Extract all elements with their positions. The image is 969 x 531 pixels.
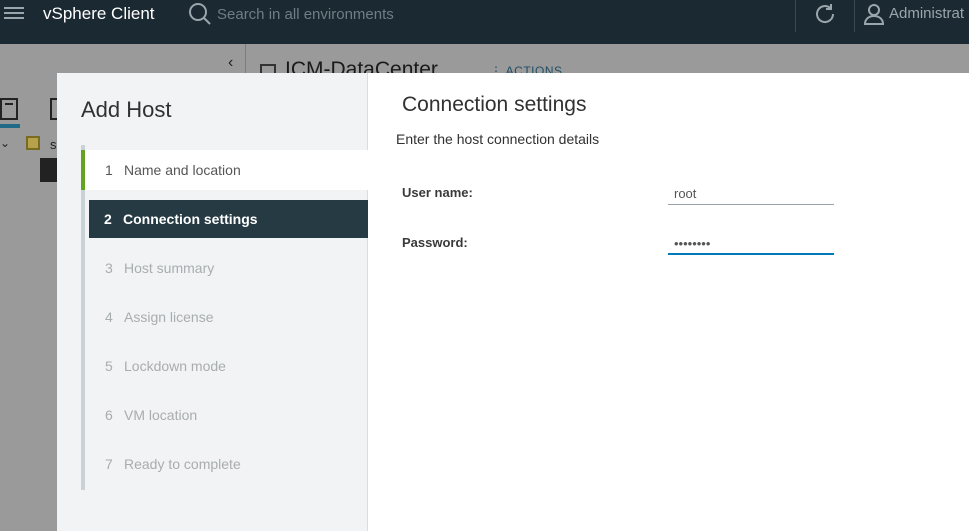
step-ready-to-complete: 7 Ready to complete [105, 456, 241, 472]
header-divider [854, 0, 855, 32]
add-host-wizard: Add Host 1 Name and location 2 Connection … [57, 73, 969, 531]
content-description: Enter the host connection details [396, 131, 600, 147]
refresh-icon[interactable] [813, 2, 837, 26]
wizard-title: Add Host [81, 97, 172, 122]
menu-icon[interactable] [4, 4, 24, 24]
password-label: Password: [402, 235, 468, 250]
top-header: vSphere Client Administrat [0, 0, 969, 44]
step-assign-license: 4 Assign license [105, 309, 214, 325]
step-connection-settings[interactable]: 2 Connection settings [89, 200, 368, 238]
user-label: Administrat [889, 5, 965, 22]
search-icon [189, 3, 211, 25]
active-tab-indicator [0, 124, 20, 128]
navigator-tabs [0, 90, 64, 128]
username-field[interactable] [668, 183, 834, 205]
step-name-and-location[interactable]: 1 Name and location [81, 150, 368, 190]
collapse-icon[interactable]: ‹ [228, 54, 233, 72]
user-icon [863, 4, 885, 25]
app-brand[interactable]: vSphere Client [43, 4, 155, 24]
step-host-summary: 3 Host summary [105, 260, 215, 276]
tree-expand-icon[interactable]: ⌄ [0, 136, 10, 150]
wizard-content: Connection settings Enter the host conne… [368, 73, 969, 531]
step-lockdown-mode: 5 Lockdown mode [105, 358, 226, 374]
content-title: Connection settings [402, 93, 587, 116]
header-divider [795, 0, 796, 32]
password-field[interactable] [668, 233, 834, 255]
global-search[interactable] [186, 0, 786, 30]
wizard-step-nav: Add Host 1 Name and location 2 Connection … [57, 73, 368, 531]
username-label: User name: [402, 185, 473, 200]
hosts-clusters-tab-icon [0, 98, 18, 120]
tree-item-label[interactable]: s [50, 137, 57, 152]
step-vm-location: 6 VM location [105, 407, 198, 423]
datacenter-tree-icon [26, 136, 40, 150]
search-input[interactable] [217, 3, 717, 25]
